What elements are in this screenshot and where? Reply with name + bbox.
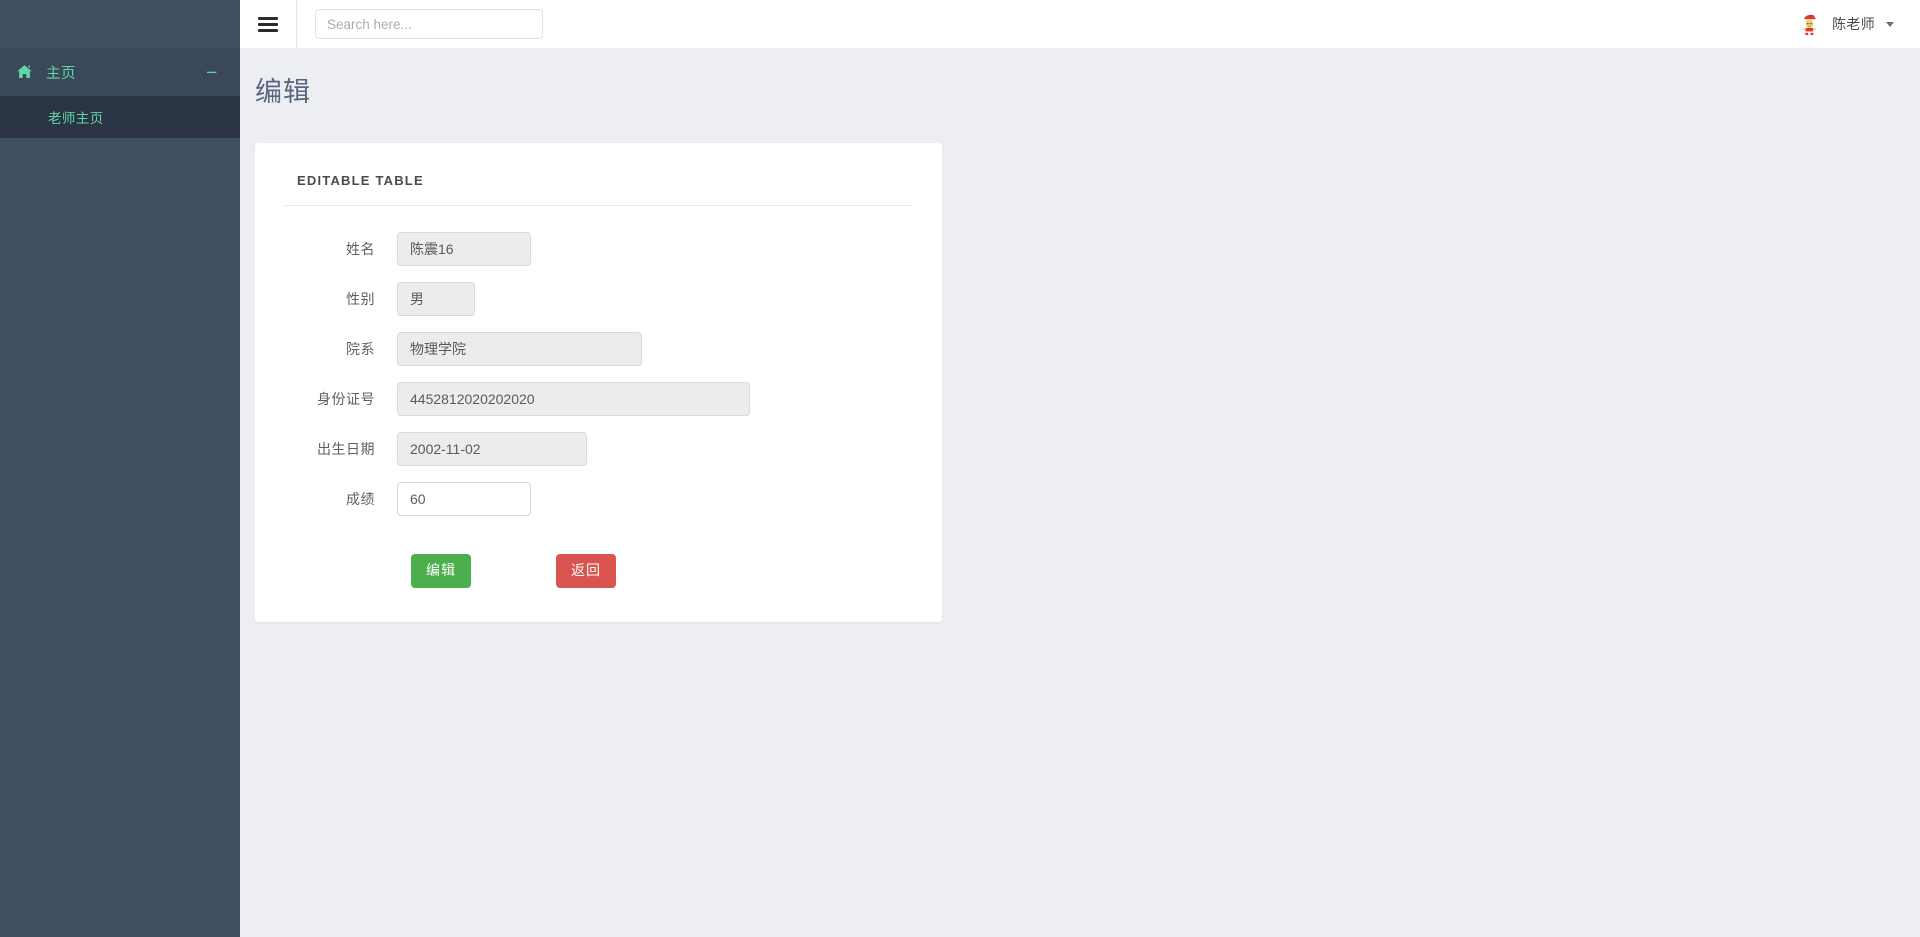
page-title: 编辑 [255,77,311,107]
submit-edit-button[interactable]: 编辑 [411,554,471,588]
form-row-birthdate: 出生日期 [285,432,912,466]
user-name: 陈老师 [1832,16,1875,32]
hamburger-icon[interactable] [240,0,297,48]
form-label-birthdate: 出生日期 [317,441,375,457]
sidebar-item-label-home: 主页 [46,65,76,82]
search-input[interactable] [315,9,543,39]
score-input[interactable] [397,482,531,516]
id-number-field [397,382,750,416]
form-label-name: 姓名 [346,241,375,257]
header-right-area: 陈老师 [1793,0,1920,48]
hamburger-bar [258,22,278,26]
sidebar-subitem-label: 老师主页 [48,111,104,126]
form-label-id-number: 身份证号 [317,391,375,407]
hamburger-bar [258,16,278,20]
main-content: 编辑 EDITABLE TABLE 姓名 性别 院系 身份证号 [240,48,1920,937]
minus-icon[interactable]: − [205,64,218,80]
birthdate-field [397,432,587,466]
form-row-score: 成绩 [285,482,912,516]
hamburger-bar [258,28,278,32]
sidebar-nav-list: 主页 − 老师主页 [0,48,240,138]
card-title: EDITABLE TABLE [297,173,424,188]
form-row-id-number: 身份证号 [285,382,912,416]
form-row-gender: 性别 [285,282,912,316]
user-avatar-icon [1797,11,1824,37]
editable-table-card: EDITABLE TABLE 姓名 性别 院系 身份证号 [255,143,942,622]
name-field [397,232,531,266]
top-header: 陈老师 [240,0,1920,48]
home-icon [16,64,42,80]
user-menu[interactable]: 陈老师 [1793,0,1898,48]
form-row-department: 院系 [285,332,912,366]
form-actions: 编辑 返回 [285,532,912,588]
form-label-score: 成绩 [346,491,375,507]
edit-form: 姓名 性别 院系 身份证号 出生日期 [285,206,912,588]
search-area [297,9,543,39]
form-label-gender: 性别 [346,291,375,307]
gender-field [397,282,475,316]
sidebar-item-home[interactable]: 主页 − [0,48,240,96]
chevron-down-icon[interactable] [1886,21,1894,27]
sidebar-subitem-teacher-home[interactable]: 老师主页 [0,96,240,138]
form-row-name: 姓名 [285,232,912,266]
form-label-department: 院系 [346,341,375,357]
back-button[interactable]: 返回 [556,554,616,588]
department-field [397,332,642,366]
sidebar: 主页 − 老师主页 [0,0,240,937]
sidebar-logo-area [0,0,240,48]
app-root: 主页 − 老师主页 Search here... 陈老师 编辑 EDITABLE… [0,0,1920,937]
